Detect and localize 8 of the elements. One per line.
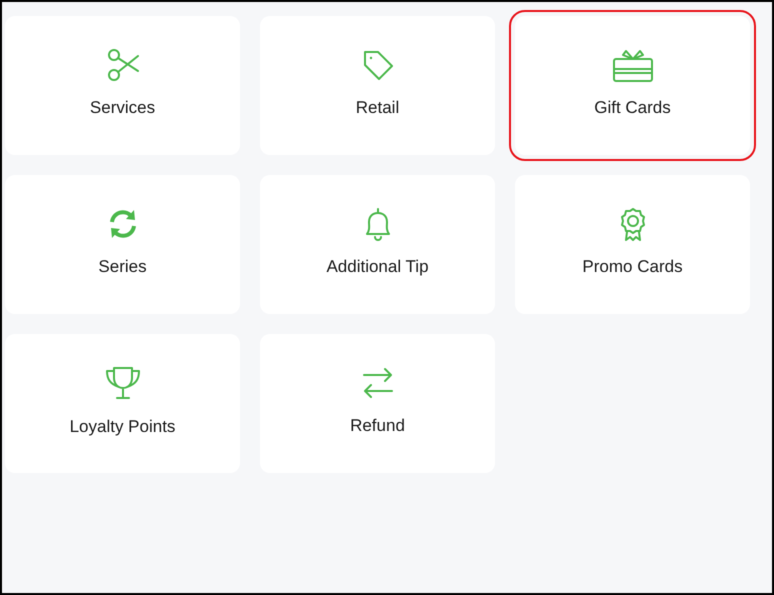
menu-tile[interactable]: Gift Cards <box>515 16 750 155</box>
menu-tile[interactable]: Refund <box>260 334 495 473</box>
menu-tile[interactable]: Services <box>5 16 240 155</box>
menu-tile[interactable]: Loyalty Points <box>5 334 240 473</box>
menu-tile[interactable]: Additional Tip <box>260 175 495 314</box>
menu-tile[interactable]: Promo Cards <box>515 175 750 314</box>
menu-tile[interactable]: Retail <box>260 16 495 155</box>
menu-tile[interactable]: Series <box>5 175 240 314</box>
